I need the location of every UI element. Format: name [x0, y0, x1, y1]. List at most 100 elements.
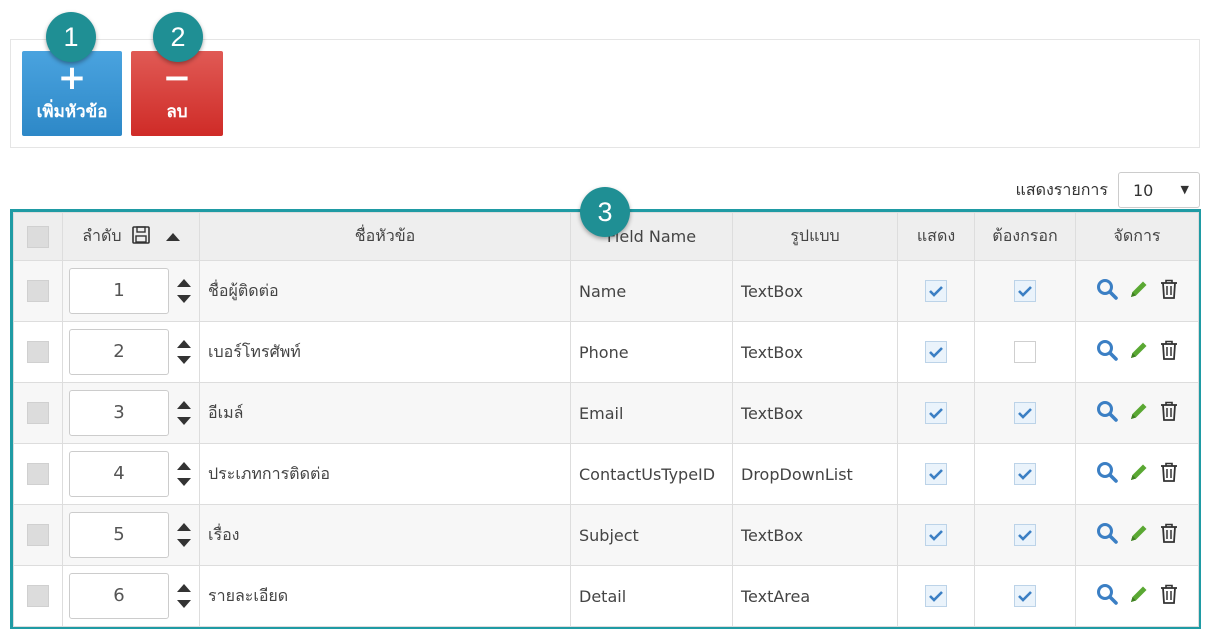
row-actions-cell — [1075, 504, 1199, 566]
order-input[interactable]: 4 — [69, 451, 169, 497]
delete-button[interactable]: − ลบ — [131, 51, 223, 136]
required-checkbox[interactable] — [1014, 524, 1036, 546]
select-all-checkbox[interactable] — [27, 225, 49, 248]
header-order-label: ลำดับ — [82, 226, 122, 245]
show-checkbox[interactable] — [925, 341, 947, 363]
row-title: รายละเอียด — [199, 565, 571, 627]
trash-icon[interactable] — [1159, 461, 1179, 487]
row-checkbox[interactable] — [27, 463, 49, 485]
row-select-cell — [13, 443, 63, 505]
required-checkbox[interactable] — [1014, 402, 1036, 424]
move-up-icon[interactable] — [177, 340, 191, 348]
edit-icon[interactable] — [1128, 278, 1150, 304]
edit-icon[interactable] — [1128, 461, 1150, 487]
move-down-icon[interactable] — [177, 356, 191, 364]
row-show-cell — [897, 321, 975, 383]
add-topic-button[interactable]: + เพิ่มหัวข้อ — [22, 51, 122, 136]
row-field-name: ContactUsTypeID — [570, 443, 733, 505]
move-down-icon[interactable] — [177, 600, 191, 608]
move-up-icon[interactable] — [177, 523, 191, 531]
row-title: ชื่อผู้ติดต่อ — [199, 260, 571, 322]
row-checkbox[interactable] — [27, 524, 49, 546]
row-title: ประเภทการติดต่อ — [199, 443, 571, 505]
plus-icon: + — [57, 58, 87, 98]
move-up-icon[interactable] — [177, 584, 191, 592]
order-input[interactable]: 3 — [69, 390, 169, 436]
row-field-name: Email — [570, 382, 733, 444]
page-size-value: 10 — [1133, 180, 1154, 200]
row-checkbox[interactable] — [27, 341, 49, 363]
move-down-icon[interactable] — [177, 295, 191, 303]
required-checkbox[interactable] — [1014, 585, 1036, 607]
row-format: TextArea — [732, 565, 898, 627]
order-input[interactable]: 2 — [69, 329, 169, 375]
order-input[interactable]: 5 — [69, 512, 169, 558]
edit-icon[interactable] — [1128, 339, 1150, 365]
show-checkbox[interactable] — [925, 463, 947, 485]
row-format: TextBox — [732, 321, 898, 383]
row-title: เรื่อง — [199, 504, 571, 566]
edit-icon[interactable] — [1128, 400, 1150, 426]
row-title: อีเมล์ — [199, 382, 571, 444]
edit-icon[interactable] — [1128, 522, 1150, 548]
save-icon[interactable] — [131, 225, 151, 249]
required-checkbox[interactable] — [1014, 341, 1036, 363]
view-icon[interactable] — [1095, 338, 1119, 366]
table-row: 6 รายละเอียด Detail TextArea — [13, 565, 1199, 627]
view-icon[interactable] — [1095, 399, 1119, 427]
show-checkbox[interactable] — [925, 402, 947, 424]
row-actions-cell — [1075, 443, 1199, 505]
row-format: DropDownList — [732, 443, 898, 505]
move-up-icon[interactable] — [177, 401, 191, 409]
row-order-cell: 5 — [62, 504, 200, 566]
row-select-cell — [13, 260, 63, 322]
edit-icon[interactable] — [1128, 583, 1150, 609]
view-icon[interactable] — [1095, 582, 1119, 610]
trash-icon[interactable] — [1159, 583, 1179, 609]
view-icon[interactable] — [1095, 521, 1119, 549]
row-show-cell — [897, 382, 975, 444]
show-checkbox[interactable] — [925, 585, 947, 607]
trash-icon[interactable] — [1159, 400, 1179, 426]
trash-icon[interactable] — [1159, 522, 1179, 548]
trash-icon[interactable] — [1159, 339, 1179, 365]
row-order-cell: 4 — [62, 443, 200, 505]
move-down-icon[interactable] — [177, 478, 191, 486]
row-checkbox[interactable] — [27, 585, 49, 607]
row-select-cell — [13, 321, 63, 383]
trash-icon[interactable] — [1159, 278, 1179, 304]
row-format: TextBox — [732, 382, 898, 444]
order-input[interactable]: 6 — [69, 573, 169, 619]
table-row: 2 เบอร์โทรศัพท์ Phone TextBox — [13, 321, 1199, 383]
row-checkbox[interactable] — [27, 280, 49, 302]
order-input[interactable]: 1 — [69, 268, 169, 314]
header-order[interactable]: ลำดับ — [62, 212, 200, 261]
show-checkbox[interactable] — [925, 280, 947, 302]
page-size-select[interactable]: 10 ▼ — [1118, 172, 1200, 208]
row-format: TextBox — [732, 504, 898, 566]
sort-ascending-icon[interactable] — [165, 232, 180, 241]
view-icon[interactable] — [1095, 460, 1119, 488]
minus-icon: − — [162, 58, 192, 98]
row-order-cell: 2 — [62, 321, 200, 383]
row-actions-cell — [1075, 382, 1199, 444]
show-checkbox[interactable] — [925, 524, 947, 546]
header-required: ต้องกรอก — [974, 212, 1076, 261]
required-checkbox[interactable] — [1014, 463, 1036, 485]
move-down-icon[interactable] — [177, 417, 191, 425]
move-up-icon[interactable] — [177, 279, 191, 287]
move-down-icon[interactable] — [177, 539, 191, 547]
row-field-name: Subject — [570, 504, 733, 566]
row-checkbox[interactable] — [27, 402, 49, 424]
row-show-cell — [897, 504, 975, 566]
topics-table-frame: ลำดับ ชื่อหัวข้อ Field Name รูปแบบ แสดง … — [10, 209, 1201, 629]
row-field-name: Detail — [570, 565, 733, 627]
move-up-icon[interactable] — [177, 462, 191, 470]
step-badge-3: 3 — [580, 187, 630, 237]
required-checkbox[interactable] — [1014, 280, 1036, 302]
add-topic-label: เพิ่มหัวข้อ — [36, 102, 108, 122]
row-format: TextBox — [732, 260, 898, 322]
view-icon[interactable] — [1095, 277, 1119, 305]
step-badge-2: 2 — [153, 12, 203, 62]
header-manage: จัดการ — [1075, 212, 1199, 261]
